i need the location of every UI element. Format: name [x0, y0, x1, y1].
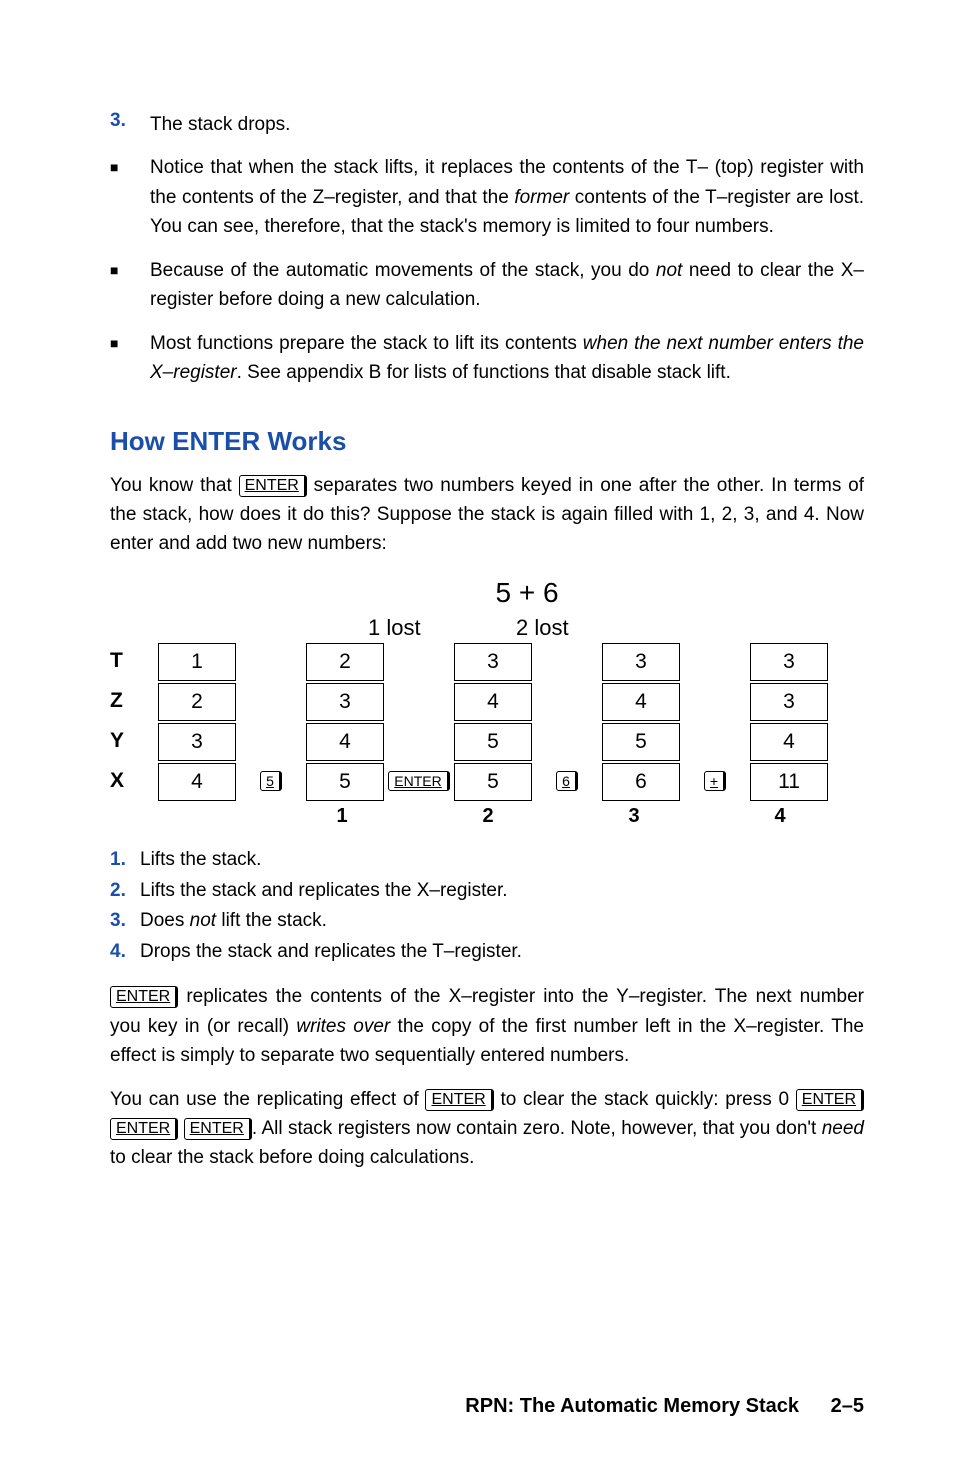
- bullet-3b: . See appendix B for lists of functions …: [237, 362, 731, 383]
- bullet-1-text: Notice that when the stack lifts, it rep…: [150, 153, 864, 241]
- ol-1: 1. Lifts the stack.: [110, 846, 864, 875]
- register-label-T: T: [110, 649, 158, 673]
- cell: 3: [602, 643, 680, 681]
- ol-2: 2. Lifts the stack and replicates the X–…: [110, 877, 864, 906]
- lost-2: 2 lost: [516, 615, 596, 641]
- plus-key-icon: +: [704, 771, 726, 791]
- ol-marker: 4.: [110, 938, 140, 967]
- para-3-need: need: [822, 1118, 864, 1139]
- cell: 4: [158, 763, 236, 801]
- row-Y: Y 3 4 5 5 4: [110, 721, 864, 761]
- cell: 5: [602, 723, 680, 761]
- key-gap-4: +: [680, 771, 750, 791]
- key-gap-2: ENTER: [384, 771, 454, 791]
- ol-text: Drops the stack and replicates the T–reg…: [140, 938, 522, 967]
- bullet-2: ■ Because of the automatic movements of …: [110, 256, 864, 315]
- expression: 5 + 6: [190, 577, 864, 609]
- step-4: 4: [742, 805, 818, 828]
- cell: 3: [306, 683, 384, 721]
- ol-text: Does not lift the stack.: [140, 907, 327, 936]
- register-label-Z: Z: [110, 689, 158, 713]
- para-3d: to clear the stack before doing calculat…: [110, 1147, 474, 1168]
- page-footer: RPN: The Automatic Memory Stack 2–5: [465, 1395, 864, 1418]
- cell: 3: [750, 643, 828, 681]
- footer-title: RPN: The Automatic Memory Stack: [465, 1395, 799, 1417]
- cell: 2: [158, 683, 236, 721]
- ol-text: Lifts the stack and replicates the X–reg…: [140, 877, 508, 906]
- row-T: T 1 2 3 3 3: [110, 641, 864, 681]
- para-3b: to clear the stack quickly: press 0: [494, 1089, 796, 1110]
- step-1: 1: [304, 805, 380, 828]
- key-6-icon: 6: [556, 771, 578, 791]
- cell: 4: [306, 723, 384, 761]
- cell: 5: [306, 763, 384, 801]
- cell: 1: [158, 643, 236, 681]
- ol-marker: 2.: [110, 877, 140, 906]
- cell: 2: [306, 643, 384, 681]
- cell: 4: [602, 683, 680, 721]
- bullet-2a: Because of the automatic movements of th…: [150, 260, 656, 281]
- enter-key-icon: ENTER: [388, 771, 449, 791]
- row-Z: Z 2 3 4 4 3: [110, 681, 864, 721]
- enter-key-icon: ENTER: [110, 986, 178, 1008]
- stack-diagram: 5 + 6 1 lost 2 lost T 1 2 3 3 3 Z 2 3 4 …: [110, 577, 864, 828]
- bullet-2-text: Because of the automatic movements of th…: [150, 256, 864, 315]
- bullet-marker: ■: [110, 329, 150, 388]
- cell: 3: [158, 723, 236, 761]
- para-1: You know that ENTER separates two number…: [110, 471, 864, 559]
- bullet-3a: Most functions prepare the stack to lift…: [150, 333, 583, 354]
- bullet-1-former: former: [514, 187, 569, 208]
- cell: 5: [454, 763, 532, 801]
- para-3a: You can use the replicating effect of: [110, 1089, 425, 1110]
- cell: 4: [454, 683, 532, 721]
- ol-text: Lifts the stack.: [140, 846, 261, 875]
- step-numbers: 1 2 3 4: [158, 805, 864, 828]
- row-X: X 4 5 5 ENTER 5 6 6 + 11: [110, 761, 864, 801]
- para-1a: You know that: [110, 475, 239, 496]
- key-5-icon: 5: [260, 771, 282, 791]
- bullet-3: ■ Most functions prepare the stack to li…: [110, 329, 864, 388]
- list-marker-3: 3.: [110, 110, 150, 139]
- enter-key-icon: ENTER: [425, 1089, 493, 1111]
- step-2: 2: [450, 805, 526, 828]
- para-2-writes: writes over: [296, 1016, 390, 1037]
- cell: 6: [602, 763, 680, 801]
- enter-key-icon: ENTER: [110, 1118, 178, 1140]
- bullet-2-not: not: [656, 260, 682, 281]
- cell: 3: [454, 643, 532, 681]
- bullet-marker: ■: [110, 256, 150, 315]
- ol-4: 4. Drops the stack and replicates the T–…: [110, 938, 864, 967]
- key-gap-3: 6: [532, 771, 602, 791]
- bullet-marker: ■: [110, 153, 150, 241]
- cell: 3: [750, 683, 828, 721]
- list-item-3: 3. The stack drops.: [110, 110, 864, 139]
- ol-3: 3. Does not lift the stack.: [110, 907, 864, 936]
- ol-marker: 1.: [110, 846, 140, 875]
- lost-1: 1 lost: [368, 615, 448, 641]
- step-3: 3: [596, 805, 672, 828]
- footer-page-number: 2–5: [831, 1395, 864, 1417]
- register-label-Y: Y: [110, 729, 158, 753]
- para-2: ENTER replicates the contents of the X–r…: [110, 982, 864, 1070]
- para-3: You can use the replicating effect of EN…: [110, 1085, 864, 1173]
- page: 3. The stack drops. ■ Notice that when t…: [0, 0, 954, 1478]
- enter-key-icon: ENTER: [184, 1118, 252, 1140]
- enter-key-icon: ENTER: [796, 1089, 864, 1111]
- enter-key-icon: ENTER: [239, 475, 307, 497]
- cell: 11: [750, 763, 828, 801]
- cell: 5: [454, 723, 532, 761]
- register-label-X: X: [110, 769, 158, 793]
- ol-marker: 3.: [110, 907, 140, 936]
- lost-row: 1 lost 2 lost: [158, 615, 864, 641]
- key-gap-1: 5: [236, 771, 306, 791]
- list-text-3: The stack drops.: [150, 110, 864, 139]
- bullet-3-text: Most functions prepare the stack to lift…: [150, 329, 864, 388]
- bullet-1: ■ Notice that when the stack lifts, it r…: [110, 153, 864, 241]
- cell: 4: [750, 723, 828, 761]
- para-3c: . All stack registers now contain zero. …: [252, 1118, 822, 1139]
- heading-how-enter-works: How ENTER Works: [110, 426, 864, 457]
